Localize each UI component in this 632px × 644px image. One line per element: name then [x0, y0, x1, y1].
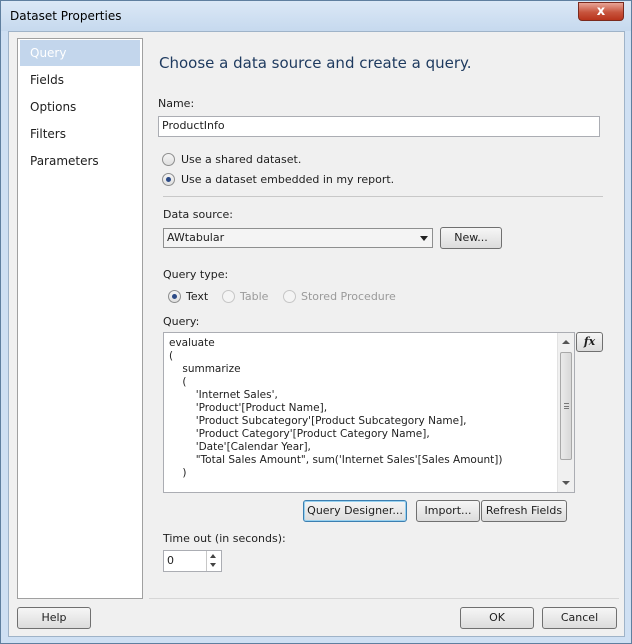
datasource-label: Data source: — [163, 208, 233, 221]
timeout-label: Time out (in seconds): — [163, 532, 286, 545]
chevron-down-icon — [420, 236, 428, 241]
nav-item-options[interactable]: Options — [20, 94, 140, 120]
nav-item-query[interactable]: Query — [20, 40, 140, 66]
close-icon: x — [596, 4, 606, 19]
nav-item-filters[interactable]: Filters — [20, 121, 140, 147]
query-line: evaluate — [169, 337, 215, 349]
nav-item-label: Query — [30, 46, 67, 60]
embedded-dataset-radio[interactable] — [162, 173, 175, 186]
shared-dataset-label[interactable]: Use a shared dataset. — [181, 153, 301, 166]
fx-icon: fx — [583, 335, 596, 348]
title-bar[interactable]: Dataset Properties x — [1, 1, 631, 31]
spin-up-icon[interactable] — [210, 554, 216, 558]
nav-list: Query Fields Options Filters Parameters — [17, 38, 143, 599]
ok-button[interactable]: OK — [460, 607, 534, 629]
datasource-value: AWtabular — [167, 231, 225, 244]
spinner-buttons[interactable] — [206, 551, 221, 571]
query-line: 'Product Subcategory'[Product Subcategor… — [169, 415, 467, 427]
query-line: "Total Sales Amount", sum('Internet Sale… — [169, 454, 503, 466]
query-scrollbar[interactable] — [557, 333, 574, 492]
embedded-dataset-label[interactable]: Use a dataset embedded in my report. — [181, 173, 394, 186]
new-datasource-button[interactable]: New... — [440, 227, 502, 249]
close-button[interactable]: x — [578, 2, 624, 21]
help-button[interactable]: Help — [17, 607, 91, 629]
query-label: Query: — [163, 315, 200, 328]
nav-item-label: Options — [30, 100, 77, 114]
datasource-select[interactable]: AWtabular — [163, 228, 433, 248]
nav-item-label: Filters — [30, 127, 66, 141]
querytype-storedproc-radio — [283, 290, 296, 303]
dataset-properties-dialog: Dataset Properties x Query Fields Option… — [0, 0, 632, 644]
query-line: ) — [169, 467, 187, 479]
querytype-text-radio[interactable] — [168, 290, 181, 303]
scroll-thumb[interactable] — [560, 352, 572, 460]
name-label: Name: — [158, 97, 195, 110]
timeout-stepper[interactable]: 0 — [163, 550, 222, 572]
grip-icon — [564, 403, 569, 409]
timeout-value: 0 — [167, 554, 174, 567]
querytype-storedproc-label: Stored Procedure — [301, 290, 396, 303]
query-line: 'Product Category'[Product Category Name… — [169, 428, 430, 440]
querytype-label: Query type: — [163, 268, 229, 281]
cancel-button[interactable]: Cancel — [542, 607, 617, 629]
querytype-text-label[interactable]: Text — [186, 290, 208, 303]
import-button[interactable]: Import... — [416, 500, 480, 522]
footer-divider — [149, 598, 619, 599]
scroll-down-icon[interactable] — [562, 481, 570, 485]
query-line: 'Product'[Product Name], — [169, 402, 328, 414]
nav-item-parameters[interactable]: Parameters — [20, 148, 140, 174]
querytype-table-radio — [222, 290, 235, 303]
spin-down-icon[interactable] — [210, 563, 216, 567]
nav-item-fields[interactable]: Fields — [20, 67, 140, 93]
nav-item-label: Parameters — [30, 154, 99, 168]
query-line: 'Date'[Calendar Year], — [169, 441, 311, 453]
dialog-body: Query Fields Options Filters Parameters … — [8, 31, 625, 637]
query-designer-button[interactable]: Query Designer... — [303, 500, 407, 522]
query-line: 'Internet Sales', — [169, 389, 278, 401]
query-line: ( — [169, 376, 187, 388]
querytype-table-label: Table — [240, 290, 269, 303]
nav-item-label: Fields — [30, 73, 64, 87]
query-editor[interactable]: evaluate ( summarize ( 'Internet Sales',… — [163, 332, 575, 493]
expression-button[interactable]: fx — [576, 332, 603, 352]
section-divider — [163, 196, 603, 197]
window-title: Dataset Properties — [10, 9, 122, 23]
query-line: summarize — [169, 363, 241, 375]
refresh-fields-button[interactable]: Refresh Fields — [481, 500, 567, 522]
shared-dataset-radio[interactable] — [162, 153, 175, 166]
query-line: ( — [169, 350, 174, 362]
scroll-up-icon[interactable] — [562, 340, 570, 344]
page-heading: Choose a data source and create a query. — [159, 54, 472, 72]
name-field[interactable]: ProductInfo — [158, 116, 600, 137]
